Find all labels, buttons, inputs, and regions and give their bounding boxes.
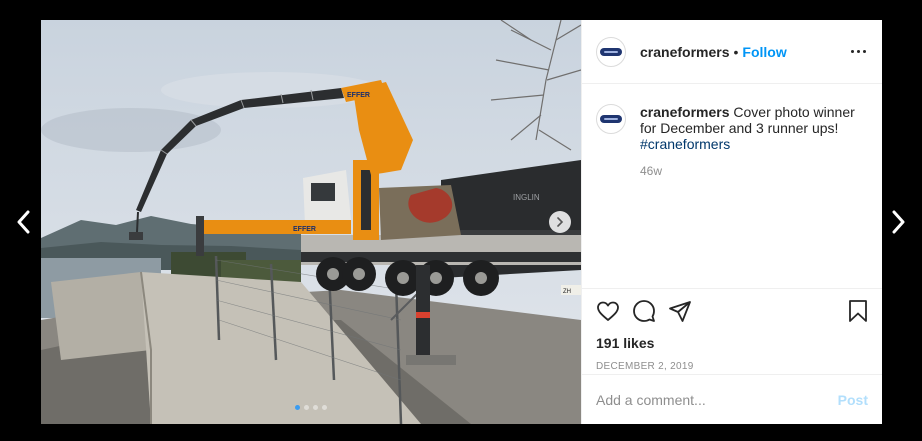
post-details-panel: craneformers • Follow craneformers Cover… xyxy=(581,20,882,424)
carousel-next-button[interactable] xyxy=(549,211,571,233)
author-username[interactable]: craneformers xyxy=(640,44,730,60)
paper-plane-icon xyxy=(669,301,691,322)
chevron-left-icon xyxy=(17,210,30,234)
comment-icon xyxy=(633,300,655,322)
carousel-dot xyxy=(322,405,327,410)
caption-time-ago: 46w xyxy=(640,164,663,178)
carousel-dot xyxy=(304,405,309,410)
carousel-dot xyxy=(313,405,318,410)
follow-button[interactable]: Follow xyxy=(742,44,786,60)
comment-button[interactable] xyxy=(632,299,656,323)
post-date: DECEMBER 2, 2019 xyxy=(596,361,694,372)
caption-hashtag[interactable]: #craneformers xyxy=(640,136,860,152)
caption-section: craneformers Cover photo winner for Dece… xyxy=(582,84,882,288)
share-button[interactable] xyxy=(668,299,692,323)
next-post-button[interactable] xyxy=(887,208,911,236)
craneformers-logo-icon xyxy=(600,47,622,56)
save-button[interactable] xyxy=(846,299,870,323)
avatar[interactable] xyxy=(596,104,626,134)
chevron-right-small-icon xyxy=(557,217,564,227)
truck-body-text: INGLIN xyxy=(513,193,540,202)
caption-body: craneformers Cover photo winner for Dece… xyxy=(640,104,860,288)
more-options-icon[interactable] xyxy=(851,46,866,57)
post-photo[interactable]: INGLIN EFFER EFFER ZH xyxy=(41,20,581,424)
carousel-indicator xyxy=(295,405,327,410)
header-separator: • xyxy=(733,43,739,60)
stabilizer-brand-text: EFFER xyxy=(293,226,316,233)
post-comment-button[interactable]: Post xyxy=(838,392,868,408)
heart-icon xyxy=(597,301,619,321)
caption-text: craneformers Cover photo winner for Dece… xyxy=(640,104,860,152)
comment-input[interactable] xyxy=(596,391,838,408)
post-header: craneformers • Follow xyxy=(582,20,882,84)
craneformers-logo-icon xyxy=(600,115,622,123)
caption-username[interactable]: craneformers xyxy=(640,104,730,120)
bookmark-icon xyxy=(849,300,867,322)
boom-brand-text: EFFER xyxy=(347,92,370,99)
like-button[interactable] xyxy=(596,299,620,323)
likes-count[interactable]: 191 likes xyxy=(596,335,870,351)
avatar[interactable] xyxy=(596,36,626,67)
carousel-dot xyxy=(295,405,300,410)
license-plate-text: ZH xyxy=(563,289,571,295)
chevron-right-icon xyxy=(892,210,905,234)
action-bar: 191 likes DECEMBER 2, 2019 xyxy=(582,288,882,374)
crane-truck-photo: INGLIN EFFER EFFER ZH xyxy=(41,20,581,424)
add-comment-form: Post xyxy=(582,374,882,424)
previous-post-button[interactable] xyxy=(11,208,35,236)
post-modal: INGLIN EFFER EFFER ZH craneformers • Fol… xyxy=(41,20,882,424)
lightbox-backdrop: INGLIN EFFER EFFER ZH craneformers • Fol… xyxy=(0,0,922,441)
